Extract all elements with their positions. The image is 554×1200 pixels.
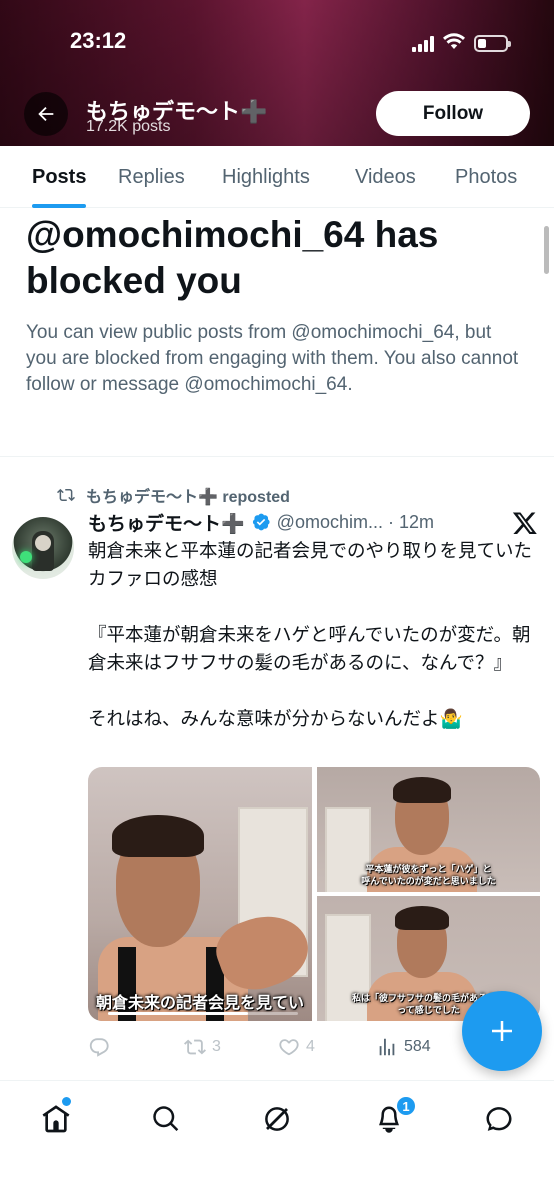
scrollbar[interactable] bbox=[544, 226, 549, 274]
person-hair bbox=[112, 815, 204, 857]
notification-count-badge: 1 bbox=[395, 1095, 417, 1117]
blocked-description: You can view public posts from @omochimo… bbox=[26, 322, 519, 395]
nav-messages[interactable] bbox=[481, 1101, 517, 1137]
arrow-left-icon bbox=[38, 106, 54, 122]
follow-button[interactable]: Follow bbox=[376, 91, 530, 136]
status-icons bbox=[412, 32, 511, 55]
compose-post-button[interactable] bbox=[462, 991, 542, 1071]
repost-button[interactable]: 3 bbox=[184, 1036, 221, 1058]
nav-home[interactable] bbox=[38, 1101, 74, 1137]
battery-icon bbox=[474, 35, 511, 52]
views-button[interactable]: 584 bbox=[376, 1036, 431, 1058]
tab-label: Replies bbox=[118, 165, 185, 188]
tab-label: Photos bbox=[455, 165, 518, 188]
media-caption: 朝倉未来の記者会見を見てい bbox=[95, 995, 304, 1012]
views-chart-icon bbox=[379, 1038, 395, 1056]
tab-videos[interactable]: Videos bbox=[355, 146, 416, 208]
back-button[interactable] bbox=[24, 92, 68, 136]
like-button[interactable]: 4 bbox=[278, 1036, 315, 1058]
like-count: 4 bbox=[306, 1038, 315, 1055]
repost-label: もちゅデモ〜ト➕ reposted bbox=[86, 489, 290, 506]
tab-label: Videos bbox=[355, 165, 416, 188]
repost-count: 3 bbox=[212, 1038, 221, 1055]
repost-icon bbox=[184, 1039, 206, 1055]
media-caption: 平本蓮が彼をずっと「ハゲ」と 呼んでいたのが変だと思いました bbox=[317, 863, 540, 887]
media-caption-line: 平本蓮が彼をずっと「ハゲ」と bbox=[365, 864, 492, 874]
media-caption-line: 呼んでいたのが変だと思いました bbox=[361, 876, 496, 886]
x-logo-icon[interactable] bbox=[512, 510, 538, 536]
tab-label: Posts bbox=[32, 165, 87, 188]
tweet-text: 朝倉未来と平本蓮の記者会見でのやり取りを見ていたカファロの感想 『平本蓮が朝倉未… bbox=[88, 540, 533, 729]
status-time: 23:12 bbox=[70, 28, 127, 53]
views-count: 584 bbox=[404, 1038, 431, 1055]
media-image-main[interactable]: 朝倉未来の記者会見を見てい bbox=[88, 767, 312, 1021]
home-icon bbox=[42, 1105, 70, 1133]
tab-replies[interactable]: Replies bbox=[118, 146, 185, 208]
tab-photos[interactable]: Photos bbox=[455, 146, 517, 208]
wifi-icon bbox=[442, 32, 466, 55]
tab-label: Highlights bbox=[222, 165, 310, 188]
media-image-top-right[interactable]: 平本蓮が彼をずっと「ハゲ」と 呼んでいたのが変だと思いました bbox=[317, 767, 540, 892]
tweet-author-name[interactable]: もちゅデモ〜ト➕ bbox=[88, 509, 245, 536]
cellular-signal-icon bbox=[412, 35, 434, 52]
message-icon bbox=[486, 1107, 512, 1131]
reply-button[interactable] bbox=[88, 1036, 110, 1058]
divider bbox=[0, 456, 554, 457]
search-icon bbox=[153, 1106, 179, 1131]
status-bar: 23:12 bbox=[0, 26, 554, 58]
heart-icon bbox=[279, 1039, 299, 1056]
avatar-face bbox=[35, 535, 51, 551]
person-hair bbox=[393, 777, 451, 803]
grok-icon bbox=[265, 1107, 289, 1131]
plus-icon bbox=[492, 1021, 512, 1041]
nav-search[interactable] bbox=[148, 1101, 184, 1137]
active-tab-indicator bbox=[32, 204, 87, 208]
bottom-navigation: 1 bbox=[0, 1080, 554, 1200]
profile-tabs: Posts Replies Highlights Videos Photos bbox=[0, 146, 554, 208]
avatar[interactable] bbox=[12, 517, 74, 579]
avatar-glow bbox=[20, 551, 32, 563]
repost-indicator: もちゅデモ〜ト➕ reposted bbox=[56, 483, 290, 507]
tweet-handle-time: @omochim... · 12m bbox=[276, 511, 434, 532]
person-hair bbox=[395, 906, 449, 930]
tab-highlights[interactable]: Highlights bbox=[222, 146, 310, 208]
nav-grok[interactable] bbox=[259, 1101, 295, 1137]
video-progress bbox=[108, 1012, 298, 1015]
tweet-actions: 3 4 584 bbox=[88, 1034, 448, 1060]
tweet-header: もちゅデモ〜ト➕ @omochim... · 12m bbox=[88, 508, 508, 536]
verified-badge-icon bbox=[252, 513, 270, 531]
home-new-indicator bbox=[62, 1097, 71, 1106]
repost-icon bbox=[57, 488, 75, 502]
profile-post-count: 17.2K posts bbox=[86, 118, 171, 135]
reply-icon bbox=[89, 1038, 109, 1057]
tweet-media-grid: 朝倉未来の記者会見を見てい 平本蓮が彼をずっと「ハゲ」と 呼んでいたのが変だと思… bbox=[88, 767, 540, 1021]
tab-posts[interactable]: Posts bbox=[32, 146, 87, 208]
blocked-title: @omochimochi_64 has blocked you bbox=[26, 214, 439, 301]
